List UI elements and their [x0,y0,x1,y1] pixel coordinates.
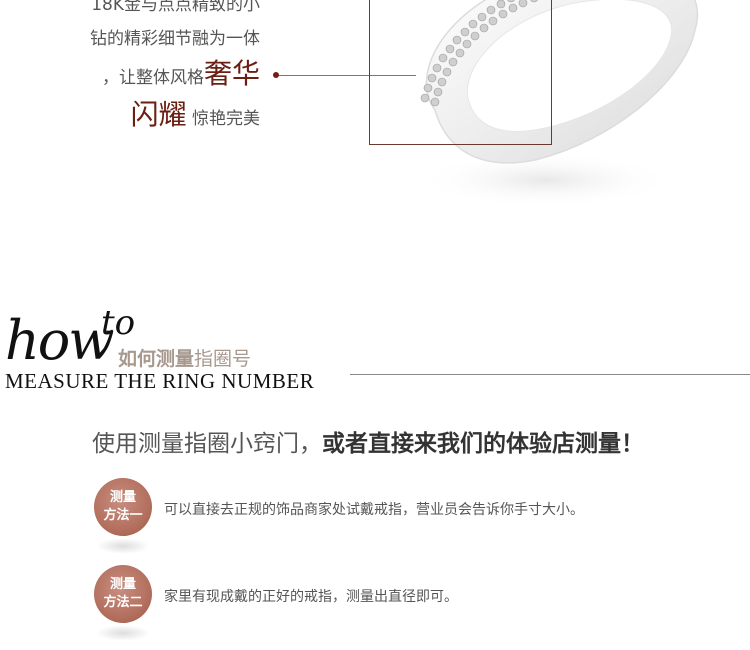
description-line-2: 钻的精彩细节融为一体 [90,29,260,49]
badge-shadow [96,538,150,554]
heading-cn-title: 如何测量指圈号 [118,344,251,371]
method-badge: 测量 方法二 [94,565,152,623]
method-item: 测量 方法二 家里有现成戴的正好的戒指，测量出直径即可。 [92,565,732,645]
zoom-detail-frame [369,0,552,145]
badge-shadow [96,625,150,641]
badge-line-2: 方法一 [103,508,143,523]
badge-line-1: 测量 [109,490,136,505]
description-line-3: ，让整体风格奢华 [0,56,260,96]
heading-divider [350,374,750,375]
script-to: to [101,303,136,343]
heading-cn-light: 指圈号 [194,348,252,370]
intro-prefix: 使用测量指圈小窍门， [92,431,322,457]
method-item: 测量 方法一 可以直接去正规的饰品商家处试戴戒指，营业员会告诉你手寸大小。 [92,478,732,558]
emphasis-luxury: 奢华 [203,57,260,90]
intro-text: 使用测量指圈小窍门，或者直接来我们的体验店测量！ [92,424,644,458]
intro-emphasis: 或者直接来我们的体验店测量！ [322,431,644,457]
emphasis-shine: 闪耀 [130,98,187,131]
description-line-4: 闪耀 惊艳完美 [0,96,260,138]
method-text: 可以直接去正规的饰品商家处试戴戒指，营业员会告诉你手寸大小。 [164,502,584,518]
badge-line-1: 测量 [109,577,136,592]
heading-cn-bold: 如何测量 [118,348,195,370]
method-text: 家里有现成戴的正好的戒指，测量出直径即可。 [164,589,458,605]
description-line-4-suffix: 惊艳完美 [192,109,260,129]
description-line-1: 18K金与点点精致的小 [91,0,260,15]
callout-dot [273,72,279,78]
badge-line-2: 方法二 [103,595,143,610]
description-line-3-prefix: ，让整体风格 [101,68,204,88]
heading-en-subtitle: MEASURE THE RING NUMBER [5,369,315,393]
section-heading: how to 如何测量指圈号 MEASURE THE RING NUMBER [5,306,750,393]
script-how: how [5,309,115,372]
product-description: 18K金与点点精致的小 钻的精彩细节融为一体 ，让整体风格奢华 闪耀 惊艳完美 [0,0,260,138]
method-badge: 测量 方法一 [94,478,152,536]
